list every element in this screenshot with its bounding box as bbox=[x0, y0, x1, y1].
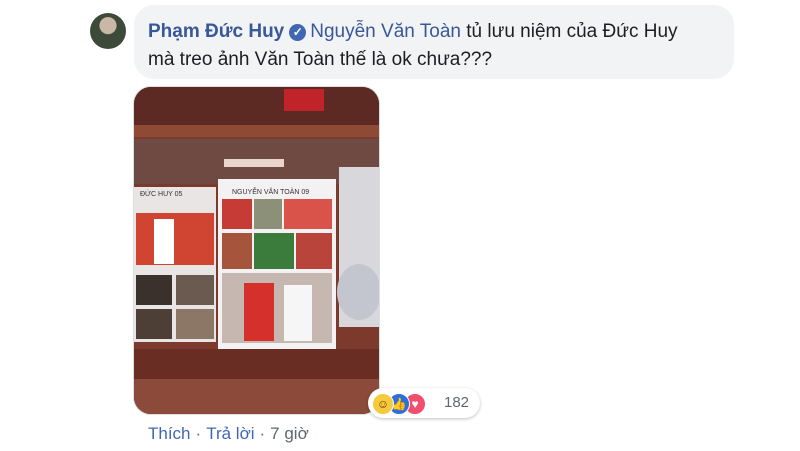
photo-illustration: ĐỨC HUY 05 NGUYỄN VĂN TOÀN 09 bbox=[134, 87, 379, 414]
haha-icon: ☺ bbox=[372, 393, 394, 415]
timestamp[interactable]: 7 giờ bbox=[270, 424, 309, 443]
mention-link[interactable]: Nguyễn Văn Toàn bbox=[310, 21, 461, 42]
avatar[interactable] bbox=[90, 13, 126, 49]
comment-text-line1: tủ lưu niệm của Đức Huy bbox=[460, 21, 678, 42]
separator: · bbox=[259, 424, 266, 443]
verified-badge-icon: ✓ bbox=[289, 24, 307, 41]
reactions-summary[interactable]: ☺ 👍 ♥ 182 bbox=[368, 388, 480, 418]
right-book-caption: NGUYỄN VĂN TOÀN 09 bbox=[232, 187, 309, 196]
like-link[interactable]: Thích bbox=[148, 424, 191, 443]
comment-body: Phạm Đức Huy ✓ Nguyễn Văn Toàn tủ lưu niệm… bbox=[148, 18, 723, 74]
reply-link[interactable]: Trả lời bbox=[206, 424, 254, 443]
reaction-count: 182 bbox=[444, 394, 470, 411]
left-book-caption: ĐỨC HUY 05 bbox=[140, 189, 183, 198]
author-name[interactable]: Phạm Đức Huy bbox=[148, 21, 284, 42]
separator: · bbox=[195, 424, 202, 443]
comment-text-line2: mà treo ảnh Văn Toàn thế là ok chưa??? bbox=[148, 49, 493, 70]
comment-actions: Thích · Trả lời · 7 giờ bbox=[148, 424, 309, 444]
comment-photo[interactable]: ĐỨC HUY 05 NGUYỄN VĂN TOÀN 09 bbox=[133, 86, 380, 415]
